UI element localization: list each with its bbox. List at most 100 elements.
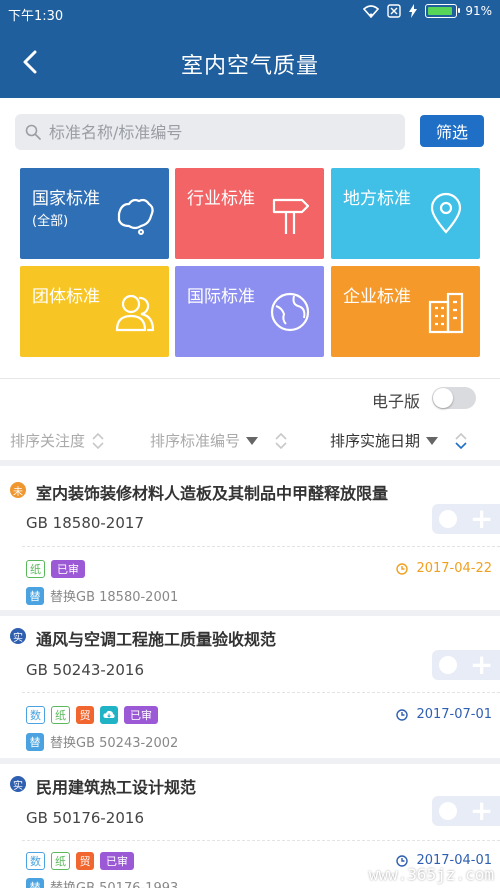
globe-icon <box>270 292 310 332</box>
add-knob <box>438 510 457 528</box>
cloud-download-icon <box>103 710 115 718</box>
category-label: 国际标准 <box>187 287 255 307</box>
dashed-divider <box>22 692 500 693</box>
plus-icon: + <box>469 502 494 535</box>
battery-icon <box>425 4 461 18</box>
china-map-icon <box>117 198 154 235</box>
tag-trade: 贸 <box>76 852 94 870</box>
charging-icon <box>409 4 418 18</box>
page-title: 室内空气质量 <box>180 54 319 79</box>
watermark: www.365jz.com <box>368 865 494 884</box>
add-button[interactable]: + <box>432 650 500 680</box>
item-title: 室内装饰装修材料人造板及其制品中甲醛释放限量 <box>36 484 389 503</box>
add-knob <box>438 656 457 674</box>
category-national[interactable]: 国家标准 (全部) <box>20 168 169 259</box>
tag-paper: 纸 <box>51 706 70 724</box>
category-label: 行业标准 <box>187 189 255 209</box>
category-enterprise[interactable]: 企业标准 <box>331 266 480 357</box>
plus-icon: + <box>469 794 494 827</box>
tag-list: 数 纸 贸 已审 <box>26 852 134 870</box>
sort-code[interactable]: 排序标准编号 <box>150 430 288 451</box>
tag-reviewed: 已审 <box>124 706 158 724</box>
sort-attention[interactable]: 排序关注度 <box>10 430 105 451</box>
status-time: 下午1:30 <box>8 9 64 24</box>
list-item[interactable]: 实 通风与空调工程施工质量验收规范 GB 50243-2016 + 数 纸 贸 … <box>0 616 500 758</box>
tag-list: 纸 已审 <box>26 560 85 578</box>
ebook-toggle[interactable] <box>432 387 476 409</box>
sort-updown-icon <box>455 432 467 449</box>
app-header: 室内空气质量 <box>0 26 500 98</box>
replace-badge: 替 <box>26 732 44 751</box>
search-icon <box>25 124 41 140</box>
add-button[interactable]: + <box>432 796 500 826</box>
replace-text: 替换GB 50176-1993 <box>50 877 178 888</box>
filter-button[interactable]: 筛选 <box>420 115 484 147</box>
sort-attention-label: 排序关注度 <box>10 432 86 450</box>
replace-info: 替 替换GB 50243-2002 <box>26 732 178 751</box>
tag-reviewed: 已审 <box>51 560 85 578</box>
status-badge: 实 <box>10 776 26 792</box>
item-date: 2017-04-22 <box>396 561 492 576</box>
item-date: 2017-07-01 <box>396 707 492 722</box>
tag-paper: 纸 <box>51 852 70 870</box>
add-knob <box>438 802 457 820</box>
clock-icon <box>396 562 409 575</box>
category-label: 地方标准 <box>343 189 411 209</box>
location-pin-icon <box>430 192 462 234</box>
tag-list: 数 纸 贸 已审 <box>26 706 158 724</box>
category-label: 企业标准 <box>343 287 411 307</box>
category-local[interactable]: 地方标准 <box>331 168 480 259</box>
signpost-icon <box>272 198 310 234</box>
category-label: 国家标准 <box>32 189 100 209</box>
dashed-divider <box>22 840 500 841</box>
status-icons: 91% <box>363 4 492 18</box>
category-industry[interactable]: 行业标准 <box>175 168 324 259</box>
item-date-text: 2017-07-01 <box>416 707 492 722</box>
ebook-label: 电子版 <box>371 392 420 411</box>
tag-digital: 数 <box>26 706 45 724</box>
replace-badge: 替 <box>26 877 44 888</box>
status-badge: 未 <box>10 482 26 498</box>
category-label: 团体标准 <box>32 287 100 307</box>
dashed-divider <box>22 546 500 547</box>
search-box[interactable] <box>15 114 405 150</box>
sort-updown-icon <box>92 432 104 449</box>
no-sim-icon <box>387 4 402 18</box>
category-international[interactable]: 国际标准 <box>175 266 324 357</box>
sort-code-label: 排序标准编号 <box>150 432 241 450</box>
tag-reviewed: 已审 <box>100 852 134 870</box>
replace-text: 替换GB 18580-2001 <box>50 590 179 605</box>
item-code: GB 50176-2016 <box>26 809 144 827</box>
sort-date-label: 排序实施日期 <box>330 432 421 450</box>
sort-bar: 排序关注度 排序标准编号 排序实施日期 <box>0 422 500 458</box>
category-sub: (全部) <box>32 214 69 229</box>
tag-trade: 贸 <box>76 706 94 724</box>
sort-date[interactable]: 排序实施日期 <box>330 430 468 451</box>
item-title: 民用建筑热工设计规范 <box>36 778 197 797</box>
wifi-icon <box>363 4 380 18</box>
add-button[interactable]: + <box>432 504 500 534</box>
replace-info: 替 替换GB 18580-2001 <box>26 586 178 605</box>
plus-icon: + <box>469 648 494 681</box>
search-row: 筛选 <box>0 98 500 166</box>
status-badge: 实 <box>10 628 26 644</box>
status-bar: 下午1:30 91% <box>0 0 500 26</box>
replace-info: 替 替换GB 50176-1993 <box>26 877 178 888</box>
tag-paper: 纸 <box>26 560 45 578</box>
search-input[interactable] <box>49 122 369 142</box>
category-group[interactable]: 团体标准 <box>20 266 169 357</box>
list-item[interactable]: 未 室内装饰装修材料人造板及其制品中甲醛释放限量 GB 18580-2017 +… <box>0 466 500 610</box>
caret-down-icon <box>246 436 259 445</box>
tag-digital: 数 <box>26 852 45 870</box>
toggle-knob <box>433 388 453 408</box>
building-icon <box>428 292 464 334</box>
replace-badge: 替 <box>26 586 44 605</box>
item-title: 通风与空调工程施工质量验收规范 <box>36 630 277 649</box>
tag-cloud <box>100 706 118 724</box>
sort-updown-icon <box>275 432 287 449</box>
group-icon <box>115 294 155 332</box>
battery-percent: 91% <box>465 4 492 18</box>
replace-text: 替换GB 50243-2002 <box>50 736 179 751</box>
item-code: GB 50243-2016 <box>26 661 144 679</box>
caret-down-icon <box>426 436 439 445</box>
